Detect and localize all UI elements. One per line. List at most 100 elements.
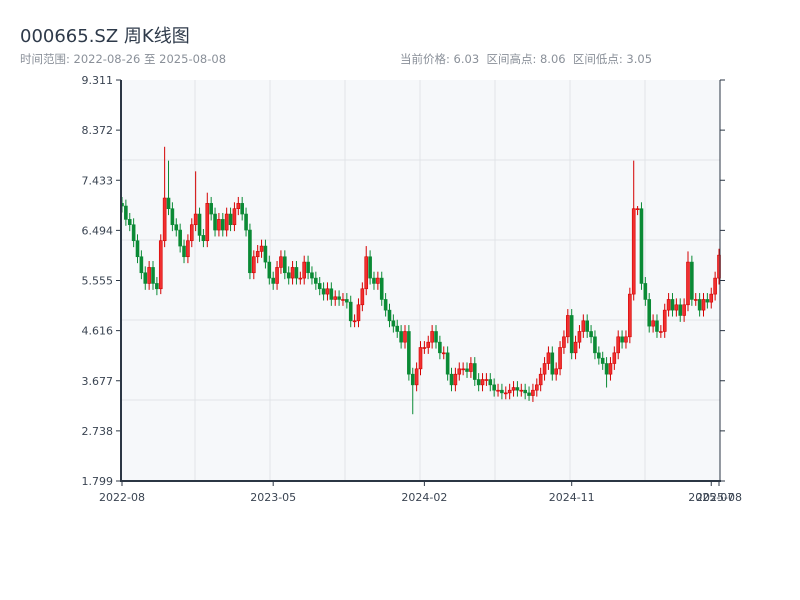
candle-body bbox=[182, 245, 186, 258]
candle-body bbox=[213, 213, 217, 231]
candle-body bbox=[639, 208, 644, 284]
candle-body bbox=[422, 347, 427, 349]
candle-body bbox=[628, 293, 632, 338]
candle-body bbox=[597, 352, 601, 359]
candle-body bbox=[500, 389, 504, 394]
candle-down bbox=[407, 325, 411, 381]
candle-up bbox=[158, 234, 163, 295]
candle-body bbox=[492, 384, 496, 391]
y-tick-label: 7.433 bbox=[82, 174, 114, 187]
candle-body bbox=[155, 283, 159, 290]
y-tick-label: 4.616 bbox=[82, 325, 114, 338]
candle-body bbox=[143, 272, 148, 284]
candle-body bbox=[391, 320, 396, 327]
candle-body bbox=[612, 352, 617, 364]
x-tick-label: 2024-11 bbox=[549, 491, 595, 504]
candle-body bbox=[220, 219, 225, 231]
candle-body bbox=[236, 203, 241, 210]
candle-body bbox=[348, 301, 353, 322]
candle-body bbox=[147, 267, 151, 284]
candle-body bbox=[476, 379, 481, 386]
y-tick-label: 1.799 bbox=[82, 475, 114, 488]
candle-body bbox=[426, 341, 431, 348]
candle-down bbox=[639, 202, 644, 290]
candle-body bbox=[635, 208, 640, 211]
candle-body bbox=[651, 320, 655, 327]
candle-body bbox=[178, 229, 182, 247]
candle-body bbox=[376, 277, 380, 284]
candle-body bbox=[306, 261, 310, 274]
y-tick-label: 8.372 bbox=[82, 124, 114, 137]
candle-body bbox=[294, 267, 299, 279]
candle-body bbox=[209, 203, 213, 215]
candle-body bbox=[659, 331, 663, 333]
candle-body bbox=[585, 320, 589, 332]
candle-body bbox=[403, 331, 407, 343]
candle-body bbox=[546, 352, 551, 364]
candle-body bbox=[387, 309, 392, 322]
candle-body bbox=[158, 240, 163, 290]
candle-body bbox=[345, 299, 349, 303]
candle-body bbox=[507, 389, 512, 394]
candle-body bbox=[418, 347, 423, 370]
candle-body bbox=[248, 229, 252, 274]
candle-body bbox=[174, 224, 179, 231]
candle-body bbox=[333, 296, 338, 300]
candle-body bbox=[600, 357, 605, 364]
candle-body bbox=[232, 208, 237, 226]
candle-body bbox=[368, 256, 372, 279]
candle-body bbox=[410, 373, 415, 386]
candle-body bbox=[604, 363, 609, 375]
candle-body bbox=[488, 379, 493, 386]
candle-body bbox=[430, 331, 434, 343]
x-tick-label: 2025-08 bbox=[696, 491, 742, 504]
candle-body bbox=[325, 288, 330, 295]
candle-body bbox=[337, 296, 341, 300]
candle-body bbox=[131, 224, 136, 242]
candle-body bbox=[360, 288, 365, 306]
candle-body bbox=[275, 267, 279, 284]
candle-body bbox=[217, 219, 221, 231]
candle-body bbox=[271, 277, 275, 284]
candle-down bbox=[569, 309, 574, 360]
candle-body bbox=[643, 283, 648, 300]
candle-body bbox=[321, 288, 326, 295]
candle-body bbox=[624, 336, 628, 343]
candle-body bbox=[534, 384, 539, 391]
candle-body bbox=[662, 309, 667, 332]
candle-body bbox=[693, 299, 698, 301]
candle-body bbox=[527, 392, 531, 396]
candle-body bbox=[279, 256, 283, 268]
candle-body bbox=[577, 331, 582, 343]
candle-body bbox=[550, 352, 555, 375]
candle-down bbox=[248, 223, 252, 280]
candle-body bbox=[166, 197, 171, 210]
candle-body bbox=[290, 267, 295, 279]
candle-body bbox=[139, 256, 144, 274]
candle-body bbox=[205, 203, 210, 242]
candle-body bbox=[682, 304, 686, 316]
candle-body bbox=[647, 299, 652, 327]
candle-body bbox=[162, 197, 167, 242]
candle-body bbox=[201, 235, 206, 242]
candle-body bbox=[329, 288, 334, 300]
candle-body bbox=[457, 368, 462, 375]
candle-body bbox=[558, 347, 562, 370]
y-tick-label: 6.494 bbox=[82, 224, 114, 237]
candle-body bbox=[379, 277, 384, 300]
candle-body bbox=[469, 363, 473, 372]
x-tick-label: 2022-08 bbox=[99, 491, 145, 504]
candle-body bbox=[573, 341, 578, 354]
candle-up bbox=[628, 287, 632, 344]
candle-body bbox=[441, 352, 446, 355]
candle-body bbox=[593, 336, 597, 354]
candle-body bbox=[283, 256, 287, 274]
candle-body bbox=[438, 341, 442, 354]
candle-body bbox=[399, 331, 403, 343]
candle-body bbox=[259, 245, 264, 252]
candle-body bbox=[554, 368, 558, 375]
candle-body bbox=[298, 277, 303, 280]
candle-body bbox=[252, 256, 256, 274]
candle-body bbox=[589, 331, 593, 338]
candle-body bbox=[655, 320, 659, 332]
